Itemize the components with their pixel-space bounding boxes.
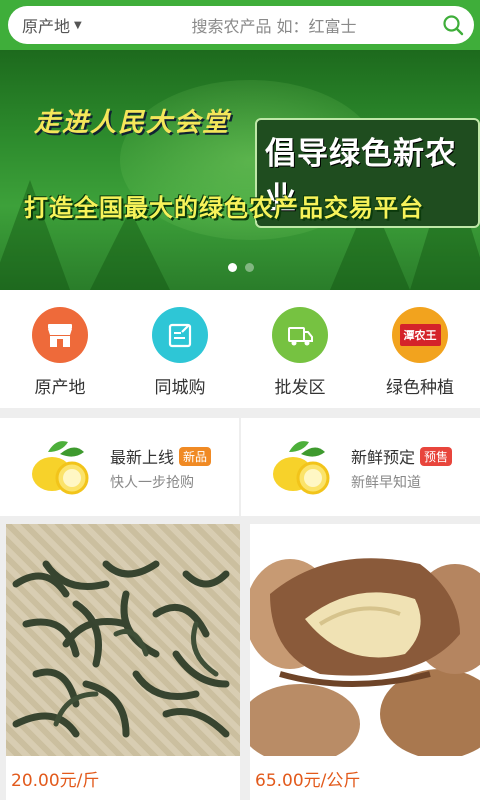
- promo-title: 新鲜预定 预售: [351, 444, 453, 468]
- storefront-icon: [32, 307, 88, 363]
- brand-logo-text: 潭农王: [399, 324, 441, 346]
- search-bar[interactable]: 原产地 ▼ 搜索农产品 如：红富士: [8, 6, 474, 44]
- promo-title: 最新上线 新品: [110, 444, 212, 468]
- lemon-icon: [32, 441, 89, 495]
- promo-subtitle: 快人一步抢购: [110, 475, 194, 491]
- promo-banner[interactable]: 走进人民大会堂 倡导绿色新农业 打造全国最大的绿色农产品交易平台: [0, 50, 480, 290]
- banner-subline: 打造全国最大的绿色农产品交易平台: [24, 194, 424, 222]
- promo-new-arrivals[interactable]: 最新上线 新品 快人一步抢购: [0, 418, 239, 516]
- product-grid: 20.00元/斤 65.00元/公斤: [0, 524, 480, 800]
- caret-down-icon: ▼: [74, 19, 82, 31]
- top-header: 原产地 ▼ 搜索农产品 如：红富士: [0, 0, 480, 50]
- new-badge: 新品: [179, 446, 212, 466]
- category-local[interactable]: 同城购: [120, 290, 240, 408]
- product-price: 65.00元/公斤: [255, 771, 361, 791]
- nuts-graphic: [250, 558, 480, 756]
- category-label: 原产地: [34, 378, 86, 398]
- promo-subtitle: 新鲜早知道: [351, 475, 421, 491]
- category-green-planting[interactable]: 潭农王 绿色种植: [360, 290, 480, 408]
- banner-script-text: 走进人民大会堂: [34, 108, 231, 138]
- origin-dropdown-label: 原产地: [22, 17, 71, 36]
- tea-leaves-graphic: [12, 560, 230, 738]
- category-wholesale[interactable]: 批发区: [240, 290, 360, 408]
- edit-note-icon: [152, 307, 208, 363]
- carousel-dot[interactable]: [245, 263, 254, 272]
- lemon-icon: [273, 441, 330, 495]
- category-label: 同城购: [154, 378, 206, 398]
- promo-row: 最新上线 新品 快人一步抢购 新鲜预定 预售 新鲜早知道: [0, 418, 480, 516]
- promo-title-text: 新鲜预定: [351, 448, 416, 467]
- category-origin[interactable]: 原产地: [0, 290, 120, 408]
- search-icon[interactable]: [442, 14, 464, 36]
- search-input[interactable]: 搜索农产品 如：红富士: [94, 13, 474, 37]
- promo-preorder[interactable]: 新鲜预定 预售 新鲜早知道: [241, 418, 480, 516]
- product-price: 20.00元/斤: [11, 771, 100, 791]
- product-card[interactable]: 65.00元/公斤: [250, 524, 480, 800]
- carousel-dot-active[interactable]: [228, 263, 237, 272]
- delivery-truck-icon: [272, 307, 328, 363]
- brand-logo-icon: 潭农王: [392, 307, 448, 363]
- origin-dropdown[interactable]: 原产地 ▼: [8, 13, 94, 37]
- presale-badge: 预售: [420, 446, 453, 466]
- category-label: 批发区: [274, 378, 326, 398]
- product-image-tea[interactable]: [6, 524, 240, 756]
- product-card[interactable]: 20.00元/斤: [6, 524, 240, 800]
- carousel-indicator: [228, 263, 254, 272]
- promo-title-text: 最新上线: [110, 448, 175, 467]
- category-nav: 原产地 同城购 批发区 潭农王 绿色种植: [0, 290, 480, 408]
- product-image-nuts[interactable]: [250, 524, 480, 756]
- category-label: 绿色种植: [386, 378, 454, 398]
